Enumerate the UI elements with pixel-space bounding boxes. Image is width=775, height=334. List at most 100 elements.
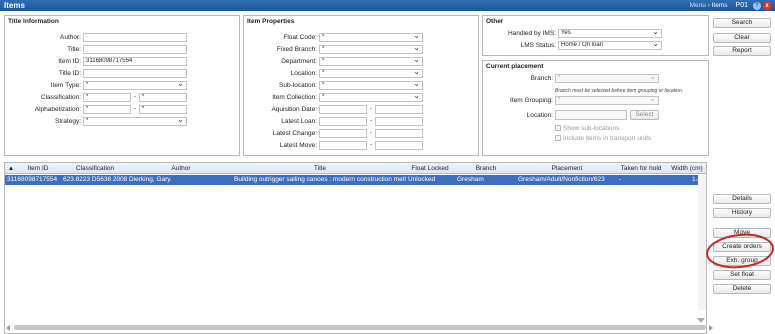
item-id-label: Item ID:: [58, 58, 81, 65]
item-grouping-label: Item Grouping:: [510, 97, 553, 104]
author-field[interactable]: [83, 33, 187, 42]
fixed-branch-select[interactable]: *: [319, 45, 423, 54]
cell-item-id: 31168098717554: [7, 176, 58, 183]
include-transport-option[interactable]: Include items in transport units: [555, 135, 651, 142]
col-width-cm[interactable]: Width (cm): [667, 165, 707, 172]
location-select[interactable]: *: [319, 69, 423, 78]
strategy-select[interactable]: *: [83, 117, 187, 126]
sub-location-label: Sub-location:: [279, 82, 317, 89]
title-id-label: Title ID:: [58, 70, 81, 77]
clear-button[interactable]: Clear: [713, 33, 771, 43]
horizontal-scrollbar[interactable]: [4, 323, 716, 333]
search-button[interactable]: Search: [713, 18, 771, 28]
title-information-heading: Title Information: [8, 18, 59, 25]
department-label: Department:: [281, 58, 317, 65]
include-transport-checkbox[interactable]: [555, 135, 561, 142]
acquisition-date-to-field[interactable]: [375, 105, 423, 114]
handled-by-ims-label: Handled by IMS:: [507, 30, 556, 37]
close-icon[interactable]: x: [763, 1, 771, 10]
scroll-right-icon: [709, 325, 713, 331]
title-label: Title:: [67, 46, 81, 53]
breadcrumb: Menu › Items: [690, 2, 728, 9]
delete-button[interactable]: Delete: [713, 284, 771, 294]
lms-status-label: LMS Status:: [520, 42, 556, 49]
author-label: Author:: [60, 34, 81, 41]
col-branch[interactable]: Branch: [455, 165, 517, 172]
latest-move-separator: -: [370, 142, 372, 148]
float-code-select[interactable]: *: [319, 33, 423, 42]
item-properties-heading: Item Properties: [247, 18, 295, 25]
department-select[interactable]: *: [319, 57, 423, 66]
float-code-label: Float Code:: [283, 34, 317, 41]
scroll-thumb: [14, 325, 706, 330]
latest-change-to-field[interactable]: [375, 129, 423, 138]
latest-change-from-field[interactable]: [319, 129, 367, 138]
item-collection-select[interactable]: *: [319, 93, 423, 102]
alphabetization-label: Alphabetization:: [34, 106, 81, 113]
title-id-field[interactable]: [83, 69, 187, 78]
classification-label: Classification:: [40, 94, 81, 101]
latest-loan-separator: -: [370, 118, 372, 124]
branch-select[interactable]: *: [555, 74, 659, 83]
cell-classification: 623.8223 D5638 2008: [63, 176, 127, 183]
col-float-locked[interactable]: Float Locked: [406, 165, 454, 172]
sub-location-select[interactable]: *: [319, 81, 423, 90]
lms-status-select[interactable]: Home / On loan: [558, 41, 662, 50]
current-placement-heading: Current placement: [486, 63, 544, 70]
latest-change-separator: -: [370, 130, 372, 136]
latest-change-label: Latest Change:: [272, 130, 317, 137]
item-grouping-select[interactable]: *: [555, 96, 659, 105]
fixed-branch-label: Fixed Branch:: [276, 46, 317, 53]
alphabetization-to-field[interactable]: *: [139, 105, 187, 114]
scroll-left-icon: [6, 325, 10, 331]
classification-range-separator: -: [134, 94, 136, 100]
cell-branch: Gresham: [457, 176, 484, 183]
report-button[interactable]: Report: [713, 46, 771, 56]
cell-float-locked: Unlocked: [408, 176, 436, 183]
include-transport-text: Include items in transport units: [563, 135, 652, 142]
history-button[interactable]: History: [713, 208, 771, 218]
location-select-button[interactable]: Select: [630, 110, 659, 120]
latest-loan-label: Latest Loan:: [281, 118, 317, 125]
handled-by-ims-select[interactable]: Yes: [558, 29, 662, 38]
user-code: P01: [735, 2, 748, 9]
sort-asc-icon[interactable]: ▲: [7, 165, 15, 172]
latest-loan-to-field[interactable]: [375, 117, 423, 126]
show-sub-locations-text: Show sub-locations: [563, 125, 620, 132]
alphabetization-from-field[interactable]: *: [83, 105, 131, 114]
col-item-id[interactable]: Item ID: [15, 165, 61, 172]
cell-taken-for-hold: -: [619, 176, 622, 183]
col-placement[interactable]: Placement: [518, 165, 616, 172]
item-type-select[interactable]: *: [83, 81, 187, 90]
show-sub-locations-option[interactable]: Show sub-locations: [555, 125, 619, 132]
title-field[interactable]: [83, 45, 187, 54]
latest-move-from-field[interactable]: [319, 141, 367, 150]
scroll-down-icon[interactable]: [697, 318, 705, 324]
title-information-panel: Title Information Author: Title: Item ID…: [4, 15, 240, 156]
current-placement-panel: Current placement Branch: * Branch must …: [482, 60, 709, 156]
item-id-field[interactable]: 31168098717554: [83, 57, 187, 66]
cell-author: Dierking, Gary.: [129, 176, 172, 183]
latest-move-to-field[interactable]: [375, 141, 423, 150]
col-classification[interactable]: Classification: [63, 165, 127, 172]
table-row[interactable]: 31168098717554 623.8223 D5638 2008 Dierk…: [5, 175, 706, 185]
cell-placement: Gresham/Adult/Nonfiction/623: [518, 176, 605, 183]
breadcrumb-menu-link[interactable]: Menu: [690, 2, 706, 9]
placement-location-field[interactable]: [555, 110, 627, 120]
latest-loan-from-field[interactable]: [319, 117, 367, 126]
annotation-circle: [706, 233, 774, 269]
details-button[interactable]: Details: [713, 194, 771, 204]
classification-from-field[interactable]: *: [83, 93, 131, 102]
col-title[interactable]: Title: [234, 165, 406, 172]
grid-header: ▲ Item ID Classification Author Title Fl…: [5, 163, 706, 174]
help-icon[interactable]: ?: [753, 1, 761, 10]
col-taken-for-hold[interactable]: Taken for hold: [617, 165, 665, 172]
item-type-label: Item Type:: [50, 82, 81, 89]
show-sub-locations-checkbox[interactable]: [555, 125, 561, 132]
col-author[interactable]: Author: [129, 165, 233, 172]
classification-to-field[interactable]: *: [139, 93, 187, 102]
branch-label: Branch:: [530, 75, 553, 82]
title-bar: Items Menu › Items P01 ? x: [0, 0, 775, 11]
acquisition-date-from-field[interactable]: [319, 105, 367, 114]
branch-note: Branch must be selected before item grou…: [555, 88, 684, 94]
